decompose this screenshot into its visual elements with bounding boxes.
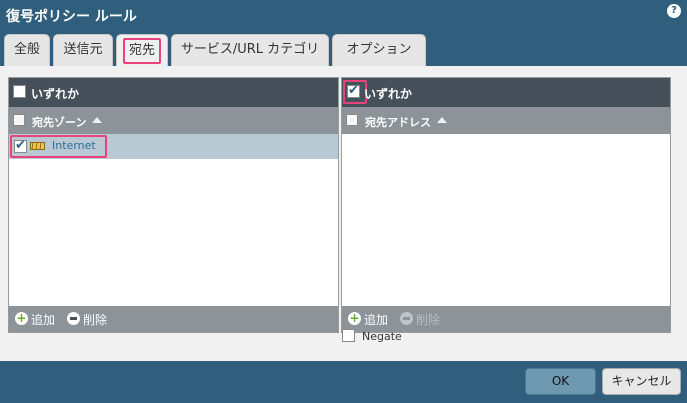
destination-zone-any-label: いずれか [31,87,80,101]
table-row[interactable]: Internet [9,134,338,159]
help-icon[interactable]: ? [667,4,681,18]
delete-button[interactable]: 削除 [83,311,107,328]
tab-source[interactable]: 送信元 [53,34,113,66]
zone-name[interactable]: Internet [52,139,96,152]
delete-icon[interactable] [67,312,80,325]
zone-icon [30,142,45,150]
sort-ascending-icon[interactable] [437,117,447,123]
destination-address-column-label: 宛先アドレス [365,116,431,129]
destination-address-column-header[interactable]: 宛先アドレス [342,107,670,134]
tab-destination[interactable]: 宛先 [116,34,168,66]
add-button[interactable]: 追加 [364,311,388,328]
destination-address-footer: + 追加 削除 [342,306,670,332]
destination-address-any-checkbox[interactable] [347,83,360,98]
tab-service-url-category[interactable]: サービス/URL カテゴリ [171,34,329,66]
dialog-footer: OK キャンセル [0,361,687,403]
tab-content: いずれか 宛先ゾーン Internet + 追加 削除 [0,66,687,361]
destination-zone-column-header[interactable]: 宛先ゾーン [9,107,338,134]
add-button[interactable]: 追加 [31,311,55,328]
add-icon[interactable]: + [348,312,361,325]
title-bar: 復号ポリシー ルール ? [0,0,687,30]
add-icon[interactable]: + [15,312,28,325]
ok-button[interactable]: OK [525,368,596,395]
destination-zone-panel: いずれか 宛先ゾーン Internet + 追加 削除 [8,77,339,333]
destination-address-any-header: いずれか [342,78,670,107]
tab-bar: 全般 送信元 宛先 サービス/URL カテゴリ オプション [0,34,687,66]
delete-icon [400,312,413,325]
negate-checkbox[interactable] [342,329,355,342]
dialog-title: 復号ポリシー ルール [6,9,137,25]
tab-source-label: 送信元 [63,42,103,57]
tab-destination-label: 宛先 [122,38,161,64]
destination-zone-column-label: 宛先ゾーン [32,116,87,129]
destination-zone-any-checkbox[interactable] [13,85,26,98]
row-checkbox[interactable] [14,138,27,153]
destination-address-any-label: いずれか [364,87,413,101]
destination-zone-any-header: いずれか [9,78,338,107]
destination-address-select-all-checkbox[interactable] [346,114,358,126]
tab-options-label: オプション [346,42,412,57]
destination-address-panel: いずれか 宛先アドレス + 追加 削除 [341,77,671,333]
negate-label: Negate [362,330,402,343]
destination-zone-select-all-checkbox[interactable] [13,114,25,126]
tab-options[interactable]: オプション [332,34,426,66]
delete-button-disabled: 削除 [416,313,441,327]
cancel-button[interactable]: キャンセル [602,368,681,395]
sort-ascending-icon[interactable] [92,117,102,123]
tab-general-label: 全般 [13,42,40,57]
destination-zone-footer: + 追加 削除 [9,306,338,332]
tab-service-label: サービス/URL カテゴリ [180,42,320,57]
tab-general[interactable]: 全般 [4,34,50,66]
